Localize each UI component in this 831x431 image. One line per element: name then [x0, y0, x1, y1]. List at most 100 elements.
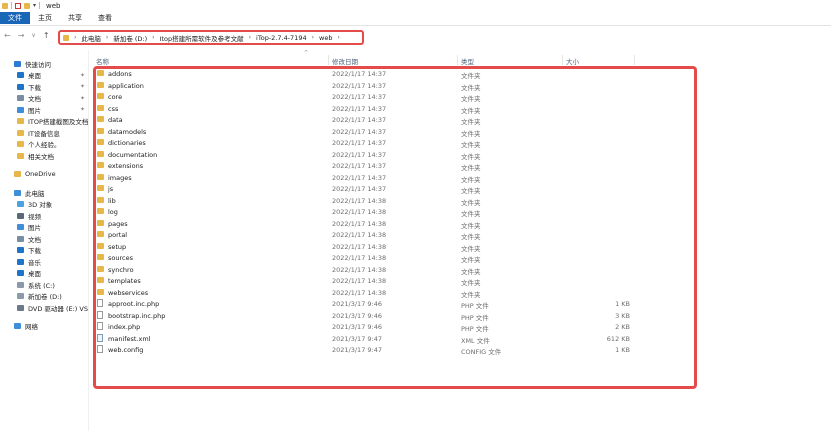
- pin-icon[interactable]: ✦: [80, 72, 88, 79]
- table-row[interactable]: lib 2022/1/17 14:38 文件夹: [96, 195, 656, 207]
- table-row[interactable]: js 2022/1/17 14:37 文件夹: [96, 183, 656, 195]
- table-row[interactable]: setup 2022/1/17 14:38 文件夹: [96, 241, 656, 253]
- file-modified-date: 2021/3/17 9:47: [332, 334, 382, 343]
- sidebar-item[interactable]: 快速访问: [0, 58, 88, 70]
- table-row[interactable]: core 2022/1/17 14:37 文件夹: [96, 91, 656, 103]
- sidebar-item[interactable]: 系统 (C:): [0, 279, 88, 291]
- sidebar-item[interactable]: 下载 ✦: [0, 81, 88, 93]
- table-row[interactable]: portal 2022/1/17 14:38 文件夹: [96, 229, 656, 241]
- table-row[interactable]: web.config 2021/3/17 9:47 CONFIG 文件 1 KB: [96, 344, 656, 356]
- chevron-right-icon[interactable]: ›: [312, 34, 314, 41]
- table-row[interactable]: data 2022/1/17 14:37 文件夹: [96, 114, 656, 126]
- forward-icon[interactable]: →: [18, 31, 25, 40]
- new-folder-icon[interactable]: [24, 2, 30, 9]
- breadcrumb-web[interactable]: web: [319, 34, 332, 42]
- sidebar-item[interactable]: IT设备信息: [0, 127, 88, 139]
- pin-icon[interactable]: ✦: [80, 106, 88, 113]
- sidebar-item[interactable]: 新加卷 (D:): [0, 291, 88, 303]
- column-header-name[interactable]: 名称: [96, 56, 109, 66]
- sidebar-item[interactable]: 桌面 ✦: [0, 70, 88, 82]
- php-file-icon: [97, 310, 103, 319]
- sidebar-item[interactable]: ITOP搭建截图及文档: [0, 116, 88, 128]
- file-modified-date: 2022/1/17 14:37: [332, 93, 387, 101]
- sidebar-item[interactable]: 此电脑: [0, 187, 88, 199]
- table-row[interactable]: webservices 2022/1/17 14:38 文件夹: [96, 287, 656, 299]
- sidebar-item[interactable]: 个人经验。: [0, 139, 88, 151]
- file-type: 文件夹: [461, 256, 481, 264]
- tab-view[interactable]: 查看: [90, 12, 120, 24]
- table-row[interactable]: documentation 2022/1/17 14:37 文件夹: [96, 149, 656, 161]
- chevron-right-icon[interactable]: ›: [249, 34, 251, 41]
- table-row[interactable]: synchro 2022/1/17 14:38 文件夹: [96, 264, 656, 276]
- breadcrumb-itop-version[interactable]: iTop-2.7.4-7194: [256, 34, 307, 42]
- file-name: js: [108, 185, 114, 193]
- column-header-size[interactable]: 大小: [566, 56, 579, 66]
- table-row[interactable]: approot.inc.php 2021/3/17 9:46 PHP 文件 1 KB: [96, 298, 656, 310]
- back-icon[interactable]: ←: [4, 31, 11, 40]
- table-row[interactable]: application 2022/1/17 14:37 文件夹: [96, 80, 656, 92]
- column-divider[interactable]: [328, 55, 329, 65]
- sidebar-item[interactable]: 下载: [0, 245, 88, 257]
- table-row[interactable]: pages 2022/1/17 14:38 文件夹: [96, 218, 656, 230]
- divider: [39, 2, 41, 9]
- column-header-type[interactable]: 类型: [461, 56, 474, 66]
- pin-icon[interactable]: ✦: [80, 83, 88, 90]
- sidebar-item[interactable]: DVD 驱动器 (E:) VS: [0, 302, 88, 314]
- sidebar-item[interactable]: 桌面: [0, 268, 88, 280]
- chevron-right-icon[interactable]: ›: [74, 34, 76, 41]
- pin-icon[interactable]: ✦: [80, 95, 88, 102]
- breadcrumb-itop-folder[interactable]: Itop搭建所需软件及参考文献: [160, 33, 244, 43]
- sidebar-item[interactable]: 相关文档: [0, 150, 88, 162]
- sidebar-item[interactable]: 网络: [0, 321, 88, 333]
- picture-icon: [17, 106, 24, 113]
- sidebar-item[interactable]: 图片: [0, 222, 88, 234]
- tab-file[interactable]: 文件: [0, 12, 30, 24]
- file-modified-date: 2022/1/17 14:37: [332, 185, 387, 193]
- sidebar-item[interactable]: 文档 ✦: [0, 93, 88, 105]
- table-row[interactable]: sources 2022/1/17 14:38 文件夹: [96, 252, 656, 264]
- file-size: 2 KB: [615, 323, 630, 331]
- sidebar-item-label: 相关文档: [28, 152, 54, 161]
- table-row[interactable]: dictionaries 2022/1/17 14:37 文件夹: [96, 137, 656, 149]
- sidebar-item[interactable]: 3D 对象: [0, 199, 88, 211]
- sidebar-item-label: 桌面: [28, 72, 41, 81]
- sidebar-item[interactable]: OneDrive: [0, 169, 88, 181]
- table-row[interactable]: addons 2022/1/17 14:37 文件夹: [96, 68, 656, 80]
- breadcrumb-this-pc[interactable]: 此电脑: [81, 33, 101, 43]
- chevron-right-icon[interactable]: ›: [337, 34, 339, 41]
- table-row[interactable]: templates 2022/1/17 14:38 文件夹: [96, 275, 656, 287]
- folder-icon: [97, 219, 104, 226]
- file-name: data: [108, 116, 123, 124]
- php-file-icon: [97, 299, 103, 307]
- address-bar[interactable]: › 此电脑 › 新加卷 (D:) › Itop搭建所需软件及参考文献 › iTo…: [58, 30, 364, 45]
- table-row[interactable]: extensions 2022/1/17 14:37 文件夹: [96, 160, 656, 172]
- properties-icon[interactable]: [15, 2, 21, 9]
- table-row[interactable]: manifest.xml 2021/3/17 9:47 XML 文件 612 KB: [96, 333, 656, 345]
- column-header-modified[interactable]: 修改日期: [332, 56, 358, 66]
- table-row[interactable]: log 2022/1/17 14:38 文件夹: [96, 206, 656, 218]
- chevron-right-icon[interactable]: ›: [152, 34, 154, 41]
- column-divider[interactable]: [562, 55, 563, 65]
- tab-home[interactable]: 主页: [30, 12, 60, 24]
- chevron-right-icon[interactable]: ›: [106, 34, 108, 41]
- tab-share[interactable]: 共享: [60, 12, 90, 24]
- recent-locations-icon[interactable]: ∨: [31, 32, 35, 39]
- breadcrumb-drive-d[interactable]: 新加卷 (D:): [113, 33, 147, 43]
- folder-icon: [97, 242, 104, 249]
- file-modified-date: 2022/1/17 14:37: [332, 104, 387, 113]
- table-row[interactable]: index.php 2021/3/17 9:46 PHP 文件 2 KB: [96, 321, 656, 333]
- column-divider[interactable]: [457, 55, 458, 65]
- table-row[interactable]: datamodels 2022/1/17 14:37 文件夹: [96, 126, 656, 138]
- table-row[interactable]: images 2022/1/17 14:37 文件夹: [96, 172, 656, 184]
- sidebar-item[interactable]: 视频: [0, 210, 88, 222]
- customize-toolbar-icon[interactable]: ▾: [33, 2, 36, 9]
- sidebar-item[interactable]: 音乐: [0, 256, 88, 268]
- sidebar-item-label: 3D 对象: [28, 201, 53, 210]
- file-name: pages: [108, 219, 128, 228]
- up-icon[interactable]: ↑: [43, 31, 50, 40]
- table-row[interactable]: css 2022/1/17 14:37 文件夹: [96, 103, 656, 115]
- sidebar-item[interactable]: 图片 ✦: [0, 104, 88, 116]
- table-row[interactable]: bootstrap.inc.php 2021/3/17 9:46 PHP 文件 3 K…: [96, 310, 656, 322]
- sidebar-item[interactable]: 文档: [0, 233, 88, 245]
- column-divider[interactable]: [634, 55, 635, 65]
